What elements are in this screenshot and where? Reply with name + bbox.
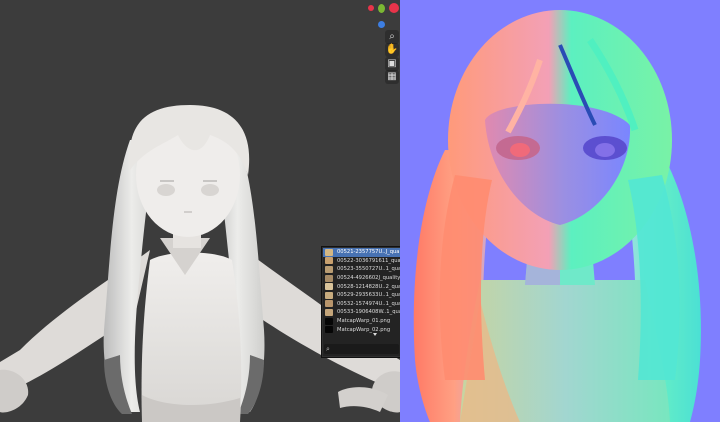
- viewport-solid[interactable]: ⌕ ✋ ▣ ▦ 00521-2357757U..J_quality 00522-…: [0, 0, 400, 422]
- matcap-thumbnail: [325, 248, 333, 256]
- pan-hand-icon[interactable]: ✋: [385, 43, 399, 57]
- viewport-normal-render[interactable]: [400, 0, 720, 422]
- matcap-item[interactable]: 00523-3550727U..1_quality: [323, 265, 400, 274]
- matcap-list[interactable]: 00521-2357757U..J_quality 00522-30367916…: [323, 248, 400, 338]
- matcap-item[interactable]: 00529-2935633U..1_quality: [323, 291, 400, 300]
- matcap-item[interactable]: 00532-1574974U..1_quality: [323, 300, 400, 309]
- matcap-item[interactable]: 00528-1214828U..2_quality: [323, 282, 400, 291]
- matcap-item[interactable]: MatcapWarp_01.png: [323, 317, 400, 326]
- matcap-item[interactable]: 00533-1906408W..1_quality: [323, 308, 400, 317]
- search-icon: ⌕: [326, 345, 330, 353]
- matcap-thumbnail: [325, 265, 333, 273]
- matcap-item[interactable]: 00522-3036791611_quality: [323, 257, 400, 266]
- matcap-picker-panel[interactable]: 00521-2357757U..J_quality 00522-30367916…: [321, 246, 400, 358]
- model-matcap-render: [0, 105, 400, 422]
- matcap-thumbnail: [325, 308, 333, 316]
- matcap-thumbnail: [325, 257, 333, 265]
- axis-x-positive-dot[interactable]: [389, 3, 399, 13]
- matcap-item[interactable]: MatcapWarp_02.png: [323, 325, 400, 334]
- zoom-icon[interactable]: ⌕: [385, 30, 399, 44]
- matcap-thumbnail: [325, 317, 333, 325]
- matcap-search-input[interactable]: ⌕: [324, 344, 399, 354]
- matcap-thumbnail: [325, 300, 333, 308]
- matcap-thumbnail: [325, 291, 333, 299]
- matcap-item[interactable]: 00521-2357757U..J_quality: [323, 248, 400, 257]
- axis-y-dot[interactable]: [378, 4, 385, 13]
- camera-icon[interactable]: ▣: [385, 57, 399, 71]
- matcap-thumbnail: [325, 274, 333, 282]
- model-normal-render: [413, 10, 701, 422]
- matcap-thumbnail: [325, 326, 333, 334]
- axis-z-dot[interactable]: [378, 21, 385, 28]
- axis-x-dot[interactable]: [368, 5, 374, 11]
- mouse-cursor-icon: [373, 333, 377, 336]
- grid-ortho-icon[interactable]: ▦: [385, 70, 399, 84]
- matcap-item[interactable]: 00524-4926602J_quality: [323, 274, 400, 283]
- matcap-thumbnail: [325, 283, 333, 291]
